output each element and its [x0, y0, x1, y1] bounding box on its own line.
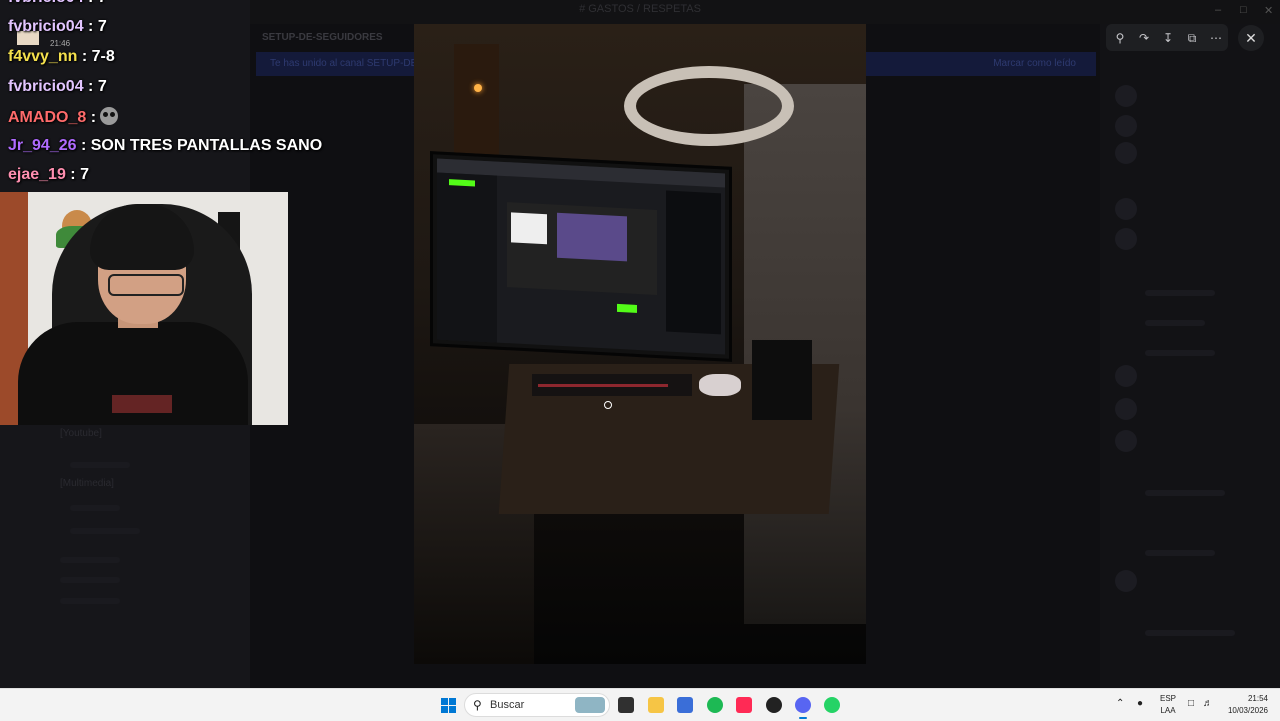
taskbar-search[interactable]: ⚲ Buscar [464, 693, 610, 717]
chat-text: : 7 [88, 0, 107, 6]
chat-username: Jr_94_26 [8, 137, 77, 154]
chat-message: fvbricio04 : 7 [8, 0, 107, 7]
webcam-feed [0, 192, 288, 425]
app-icon[interactable] [766, 697, 782, 713]
search-icon: ⚲ [473, 698, 482, 712]
clock[interactable]: 21:54 10/03/2026 [1222, 693, 1268, 717]
chat-message: f4vvy_nn : 7-8 [8, 48, 115, 66]
chat-username: AMADO_8 [8, 109, 87, 126]
chat-timestamp: 21:46 [50, 39, 71, 48]
discord-icon[interactable] [795, 697, 811, 719]
chat-text: : 7 [70, 166, 89, 183]
language-bottom: LAA [1160, 706, 1176, 715]
viewer-toolbar: ⚲ ↷ ↧ ⧉ ⋯ [1106, 24, 1228, 51]
tiktok-icon[interactable] [736, 697, 752, 713]
chat-username: fvbricio04 [8, 18, 84, 35]
download-icon[interactable]: ↧ [1158, 28, 1178, 48]
chat-message: fvbricio04 : 7 [8, 18, 107, 36]
channel-youtube[interactable]: [Youtube] [60, 428, 102, 439]
kick-logo-icon [449, 179, 475, 187]
clock-date: 10/03/2026 [1227, 706, 1268, 715]
search-highlight-image [575, 697, 605, 713]
network-icon[interactable]: □ [1188, 698, 1194, 709]
minimize-icon[interactable]: – [1215, 4, 1221, 16]
ring-light [624, 66, 794, 146]
chat-text: : 7 [88, 78, 107, 95]
chat-username: f4vvy_nn [8, 48, 78, 65]
chat-text: : [90, 109, 97, 126]
chat-text: : 7 [88, 18, 107, 35]
window-close-icon[interactable]: ✕ [1264, 4, 1273, 17]
glasses [108, 274, 184, 296]
language-indicator[interactable]: ESP LAA [1158, 693, 1178, 717]
taskbar: ⚲ Buscar ⌃ ● ESP LAA □ ♬ 21:54 10/03/202… [0, 688, 1280, 721]
start-button[interactable] [441, 698, 456, 713]
forward-icon[interactable]: ↷ [1134, 28, 1154, 48]
chat-text: : 7-8 [81, 48, 115, 65]
language-top: ESP [1159, 694, 1176, 703]
channel-header: SETUP-DE-SEGUIDORES [262, 32, 383, 43]
cursor-icon [604, 401, 612, 409]
viewer-image[interactable] [414, 24, 866, 664]
volume-icon[interactable]: ♬ [1203, 698, 1213, 709]
channel-multimedia[interactable]: [Multimedia] [60, 478, 114, 489]
chat-username: fvbricio04 [8, 0, 84, 6]
chat-message: AMADO_8 : [8, 107, 119, 127]
store-icon[interactable] [677, 697, 693, 713]
chat-username: ejae_19 [8, 166, 66, 183]
maximize-icon[interactable]: □ [1240, 4, 1247, 16]
chevron-up-icon[interactable]: ⌃ [1116, 698, 1124, 709]
mark-read-link[interactable]: Marcar como leído [993, 58, 1076, 69]
mouse [699, 374, 741, 396]
folder-icon[interactable] [648, 697, 664, 713]
file-explorer-icon[interactable] [618, 697, 634, 713]
chat-message: Jr_94_26 : SON TRES PANTALLAS SANO [8, 137, 322, 155]
open-external-icon[interactable]: ⧉ [1182, 28, 1202, 48]
whatsapp-icon[interactable] [824, 697, 840, 713]
chat-message: ejae_19 : 7 [8, 166, 89, 184]
monitor [430, 151, 732, 362]
window-title: # GASTOS / RESPETAS [579, 3, 701, 15]
microphone-icon[interactable]: ● [1137, 698, 1143, 709]
alien-emote-icon [100, 107, 119, 125]
spotify-icon[interactable] [707, 697, 723, 713]
zoom-icon[interactable]: ⚲ [1110, 28, 1130, 48]
more-icon[interactable]: ⋯ [1206, 28, 1226, 48]
search-label: Buscar [490, 699, 525, 711]
chat-text: : SON TRES PANTALLAS SANO [80, 137, 323, 154]
clock-time: 21:54 [1247, 694, 1268, 703]
chat-username: fvbricio04 [8, 78, 84, 95]
close-icon[interactable]: ✕ [1238, 25, 1264, 51]
chat-message: fvbricio04 : 7 [8, 78, 107, 96]
